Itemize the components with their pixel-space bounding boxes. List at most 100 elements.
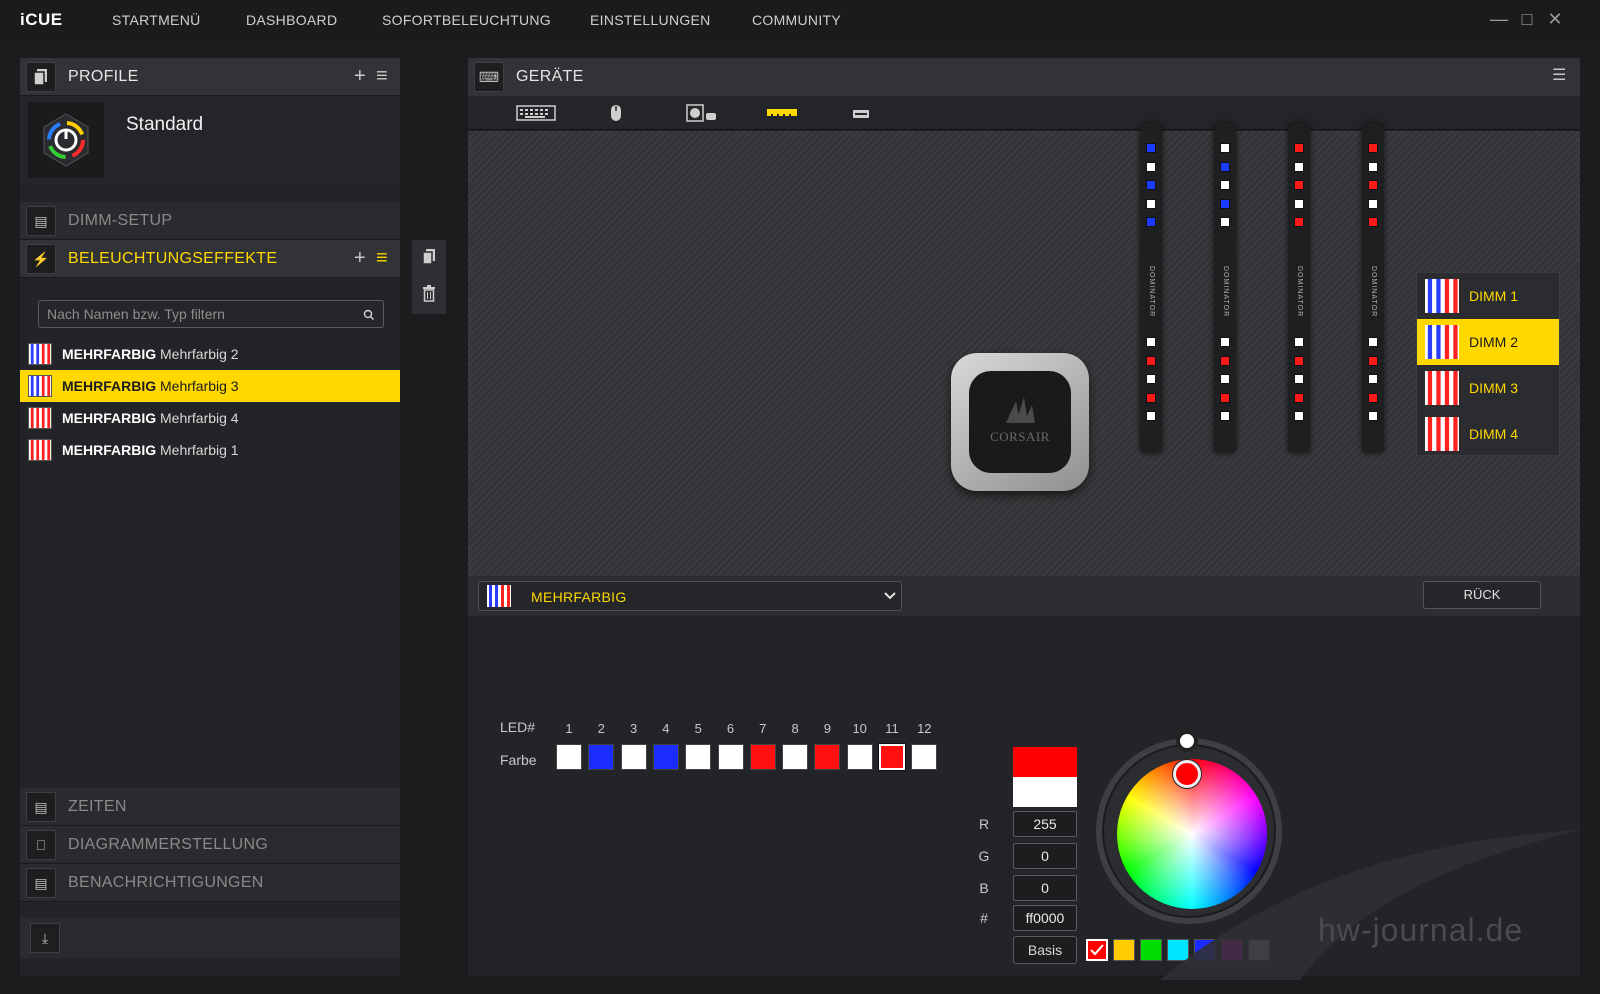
effects-menu-icon[interactable]: ≡ bbox=[376, 247, 388, 269]
dimm-led[interactable] bbox=[1146, 355, 1156, 366]
dimm-led[interactable] bbox=[1294, 180, 1304, 190]
hex-input[interactable] bbox=[1013, 905, 1077, 931]
dimm-led[interactable] bbox=[1294, 411, 1304, 421]
dimm-led[interactable] bbox=[1146, 143, 1156, 153]
led-color-swatch[interactable] bbox=[846, 744, 873, 770]
led-color-swatch[interactable] bbox=[620, 744, 647, 770]
maximize-icon[interactable]: □ bbox=[1516, 8, 1538, 30]
dimm-led[interactable] bbox=[1220, 161, 1230, 172]
timers-section[interactable]: ▤ ZEITEN bbox=[20, 788, 400, 826]
memory-tab-icon[interactable] bbox=[766, 104, 798, 122]
dimm-led[interactable] bbox=[1146, 217, 1156, 227]
cpu-cooler-pump[interactable]: CORSAIR bbox=[951, 353, 1089, 491]
close-icon[interactable]: ✕ bbox=[1544, 8, 1566, 30]
led-color-swatch[interactable] bbox=[782, 744, 809, 770]
mouse-icon[interactable] bbox=[610, 104, 622, 122]
dimm-led[interactable] bbox=[1294, 161, 1304, 172]
preset-color-swatch[interactable] bbox=[1086, 939, 1108, 961]
dimm-led[interactable] bbox=[1368, 392, 1378, 403]
dimm-led[interactable] bbox=[1294, 374, 1304, 384]
headset-stand-icon[interactable] bbox=[852, 104, 870, 122]
dimm-led[interactable] bbox=[1220, 411, 1230, 421]
trash-icon[interactable] bbox=[421, 284, 437, 302]
effect-type-dropdown[interactable]: MEHRFARBIG bbox=[478, 581, 902, 611]
blue-input[interactable] bbox=[1013, 875, 1077, 901]
effect-filter[interactable] bbox=[38, 300, 384, 328]
hue-handle[interactable] bbox=[1173, 760, 1201, 788]
dimm-led[interactable] bbox=[1368, 374, 1378, 384]
dimm-led[interactable] bbox=[1368, 161, 1378, 172]
add-effect-icon[interactable]: + bbox=[354, 247, 366, 269]
red-input[interactable] bbox=[1013, 811, 1077, 837]
dimm-module[interactable]: DOMINATOR bbox=[1140, 123, 1162, 453]
effect-list-item[interactable]: MEHRFARBIG Mehrfarbig 1 bbox=[20, 434, 400, 466]
dimm-list-item[interactable]: DIMM 2 bbox=[1417, 319, 1559, 365]
nav-instant-lighting[interactable]: SOFORTBELEUCHTUNG bbox=[382, 12, 551, 28]
dimm-led[interactable] bbox=[1220, 180, 1230, 190]
led-color-swatch[interactable] bbox=[717, 744, 744, 770]
dimm-led[interactable] bbox=[1368, 355, 1378, 366]
effect-filter-input[interactable] bbox=[39, 301, 359, 327]
dimm-led[interactable] bbox=[1220, 392, 1230, 403]
dimm-led[interactable] bbox=[1146, 198, 1156, 209]
dimm-led[interactable] bbox=[1368, 143, 1378, 153]
dimm-module[interactable]: DOMINATOR bbox=[1214, 123, 1236, 453]
graphs-section[interactable]: ⎕ DIAGRAMMERSTELLUNG bbox=[20, 826, 400, 864]
profiles-menu-icon[interactable]: ≡ bbox=[376, 65, 388, 87]
dimm-list-item[interactable]: DIMM 1 bbox=[1417, 273, 1559, 319]
led-color-swatch[interactable] bbox=[652, 744, 679, 770]
preset-color-swatch[interactable] bbox=[1113, 939, 1135, 961]
nav-community[interactable]: COMMUNITY bbox=[752, 12, 841, 28]
nav-start-menu[interactable]: STARTMENÜ bbox=[112, 12, 201, 28]
dimm-led[interactable] bbox=[1368, 180, 1378, 190]
cooler-icon[interactable] bbox=[686, 104, 718, 122]
led-color-swatch[interactable] bbox=[878, 743, 906, 771]
dimm-list-item[interactable]: DIMM 3 bbox=[1417, 365, 1559, 411]
dimm-module[interactable]: DOMINATOR bbox=[1362, 123, 1384, 453]
effect-list-item[interactable]: MEHRFARBIG Mehrfarbig 3 bbox=[20, 370, 400, 402]
preset-color-swatch[interactable] bbox=[1140, 939, 1162, 961]
search-icon[interactable] bbox=[363, 309, 375, 321]
dimm-setup-section[interactable]: ▤ DIMM-SETUP bbox=[20, 202, 400, 240]
effect-list-item[interactable]: MEHRFARBIG Mehrfarbig 4 bbox=[20, 402, 400, 434]
dimm-led[interactable] bbox=[1146, 392, 1156, 403]
dimm-led[interactable] bbox=[1146, 337, 1156, 347]
dimm-module[interactable]: DOMINATOR bbox=[1288, 123, 1310, 453]
dimm-led[interactable] bbox=[1220, 337, 1230, 347]
dimm-led[interactable] bbox=[1368, 217, 1378, 227]
dimm-led[interactable] bbox=[1368, 337, 1378, 347]
dimm-led[interactable] bbox=[1294, 392, 1304, 403]
dimm-led[interactable] bbox=[1294, 143, 1304, 153]
led-color-swatch[interactable] bbox=[685, 744, 712, 770]
led-color-swatch[interactable] bbox=[749, 744, 776, 770]
dimm-led[interactable] bbox=[1368, 198, 1378, 209]
notifications-section[interactable]: ▤ BENACHRICHTIGUNGEN bbox=[20, 864, 400, 902]
minimize-icon[interactable]: — bbox=[1488, 8, 1510, 30]
dimm-led[interactable] bbox=[1294, 337, 1304, 347]
add-profile-icon[interactable]: + bbox=[354, 65, 366, 87]
dimm-led[interactable] bbox=[1294, 217, 1304, 227]
nav-settings[interactable]: EINSTELLUNGEN bbox=[590, 12, 711, 28]
keyboard-icon[interactable] bbox=[516, 104, 556, 122]
profile-card[interactable]: Standard bbox=[20, 96, 400, 184]
led-color-swatch[interactable] bbox=[588, 744, 615, 770]
dimm-led[interactable] bbox=[1220, 374, 1230, 384]
effect-list-item[interactable]: MEHRFARBIG Mehrfarbig 2 bbox=[20, 338, 400, 370]
dimm-led[interactable] bbox=[1146, 180, 1156, 190]
dimm-led[interactable] bbox=[1146, 411, 1156, 421]
led-color-swatch[interactable] bbox=[814, 744, 841, 770]
led-color-swatch[interactable] bbox=[911, 744, 938, 770]
dimm-led[interactable] bbox=[1146, 161, 1156, 172]
dimm-led[interactable] bbox=[1220, 198, 1230, 209]
dimm-led[interactable] bbox=[1294, 355, 1304, 366]
devices-menu-icon[interactable]: ☰ bbox=[1552, 65, 1566, 87]
dimm-led[interactable] bbox=[1220, 355, 1230, 366]
dimm-led[interactable] bbox=[1294, 198, 1304, 209]
dimm-led[interactable] bbox=[1146, 374, 1156, 384]
dimm-list-item[interactable]: DIMM 4 bbox=[1417, 411, 1559, 457]
green-input[interactable] bbox=[1013, 843, 1077, 869]
nav-dashboard[interactable]: DASHBOARD bbox=[246, 12, 337, 28]
basis-button[interactable]: Basis bbox=[1013, 936, 1077, 964]
brightness-handle[interactable] bbox=[1176, 730, 1198, 752]
dimm-led[interactable] bbox=[1368, 411, 1378, 421]
